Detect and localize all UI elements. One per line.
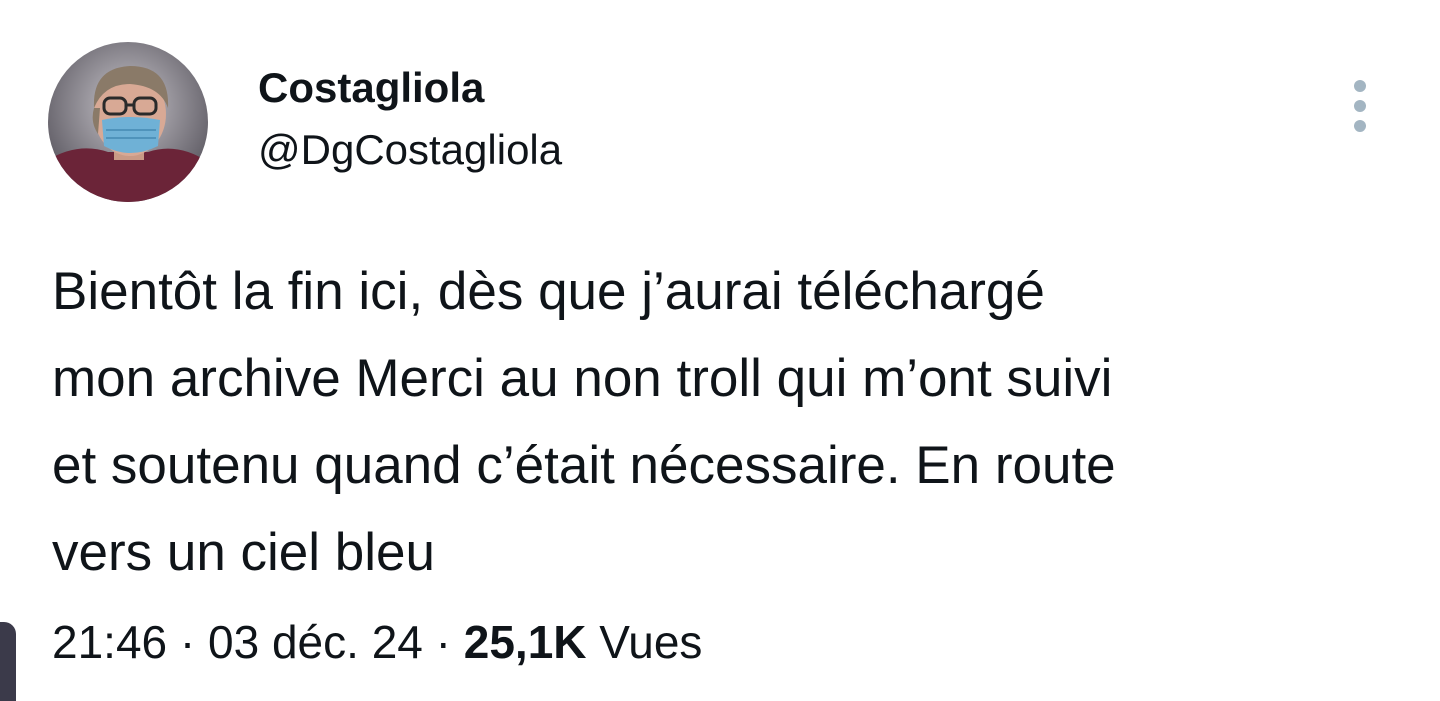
separator: · [179,616,196,668]
views-count[interactable]: 25,1K [464,616,587,668]
tweet-text: Bientôt la fin ici, dès que j’aurai télé… [52,248,1422,596]
tweet: Costagliola @DgCostagliola Bientôt la fi… [0,0,1440,701]
tweet-text-line: mon archive Merci au non troll qui m’ont… [52,349,1113,408]
author-avatar[interactable] [48,42,208,202]
vertical-ellipsis-icon [1354,80,1366,92]
tweet-text-line: et soutenu quand c’était nécessaire. En … [52,436,1116,495]
tweet-text-line: Bientôt la fin ici, dès que j’aurai télé… [52,262,1045,321]
tweet-metadata: 21:46 · 03 déc. 24 · 25,1K Vues [52,612,702,672]
more-options-button[interactable] [1340,76,1380,136]
vertical-ellipsis-icon [1354,120,1366,132]
author-display-name[interactable]: Costagliola [258,62,484,114]
avatar-photo-icon [48,42,208,202]
vertical-ellipsis-icon [1354,100,1366,112]
left-edge-overlay [0,622,16,701]
author-handle[interactable]: @DgCostagliola [258,124,562,176]
tweet-date[interactable]: 03 déc. 24 [208,616,423,668]
tweet-time[interactable]: 21:46 [52,616,167,668]
tweet-text-line: vers un ciel bleu [52,523,435,582]
separator: · [435,616,451,668]
views-label: Vues [599,616,703,668]
